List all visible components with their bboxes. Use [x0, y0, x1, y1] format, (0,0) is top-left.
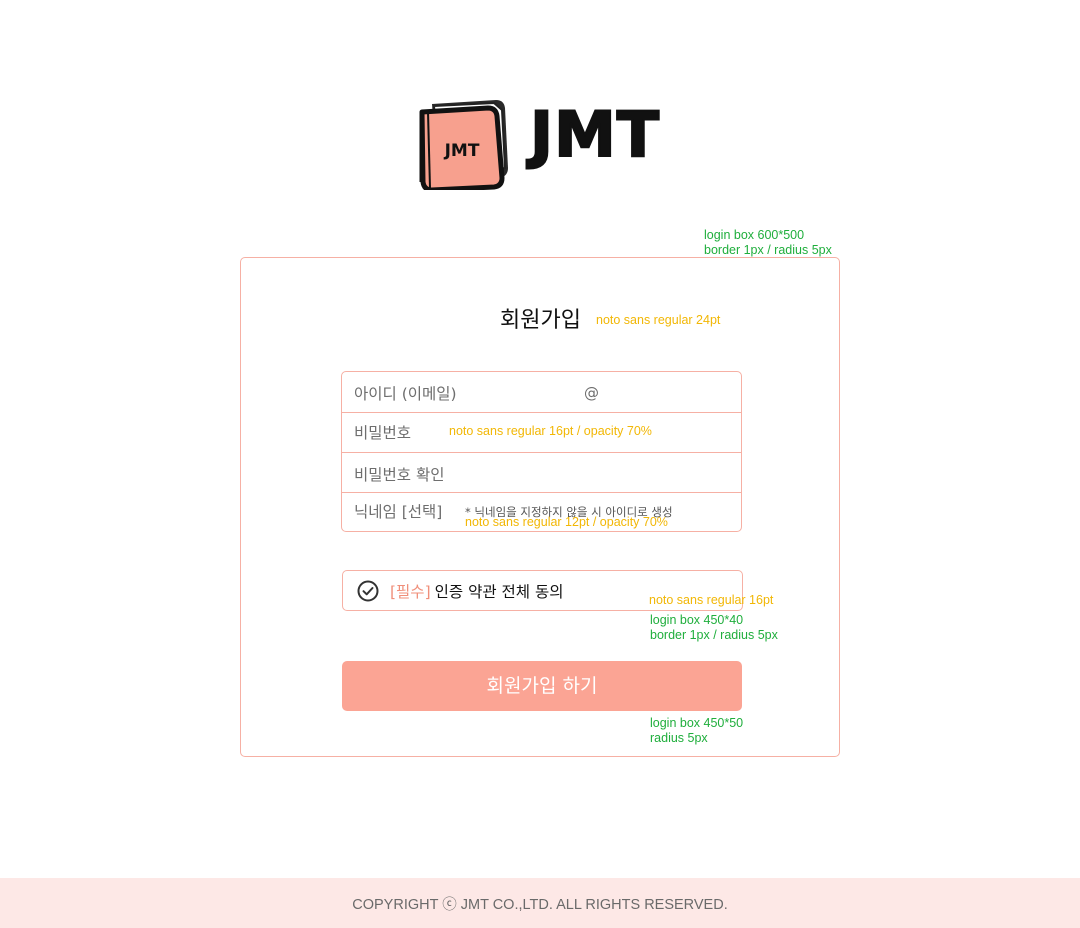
book-label: JMT [444, 141, 480, 161]
agree-label: [필수] 인증 약관 전체 동의 [390, 580, 564, 602]
page-title: 회원가입 [500, 308, 581, 333]
password-confirm-field[interactable]: 비밀번호 확인 [342, 453, 741, 493]
annotation-box-spec: login box 600*500 border 1px / radius 5p… [704, 228, 832, 258]
logo-text: JMT [529, 98, 661, 171]
footer-copyright: COPYRIGHT ⓒ JMT CO.,LTD. ALL RIGHTS RESE… [352, 897, 728, 913]
book-logo-icon: JMT [419, 100, 508, 190]
annotation-box-spec-line1: login box 600*500 [704, 228, 805, 242]
email-at-sign: @ [584, 384, 599, 402]
signup-fields: 아이디 (이메일) @ 비밀번호 비밀번호 확인 닉네임 [선택] * 닉네임을… [341, 371, 742, 532]
annotation-agree-box: login box 450*40 border 1px / radius 5px [650, 613, 778, 643]
annotation-agree-box-line2: border 1px / radius 5px [650, 628, 778, 642]
footer: COPYRIGHT ⓒ JMT CO.,LTD. ALL RIGHTS RESE… [0, 878, 1080, 928]
signup-page: JMT JMT login box 600*500 border 1px / r… [0, 0, 1080, 928]
annotation-box-spec-line2: border 1px / radius 5px [704, 243, 832, 257]
check-circle-icon[interactable] [356, 579, 380, 603]
email-field-label: 아이디 (이메일) [354, 385, 457, 403]
annotation-field-spec: noto sans regular 16pt / opacity 70% [449, 424, 652, 438]
annotation-title-spec: noto sans regular 24pt [596, 313, 721, 327]
agree-required-tag: [필수] [390, 583, 431, 601]
annotation-note-spec: noto sans regular 12pt / opacity 70% [465, 515, 668, 529]
annotation-agree-font: noto sans regular 16pt [649, 593, 774, 607]
annotation-agree-box-line1: login box 450*40 [650, 613, 744, 627]
annotation-button-line2: radius 5px [650, 731, 708, 745]
annotation-button-spec: login box 450*50 radius 5px [650, 716, 743, 746]
nickname-field-label: 닉네임 [선택] [354, 503, 443, 521]
password-confirm-field-label: 비밀번호 확인 [354, 466, 445, 484]
annotation-button-line1: login box 450*50 [650, 716, 744, 730]
logo[interactable]: JMT JMT [418, 98, 678, 190]
email-field[interactable]: 아이디 (이메일) @ [342, 372, 741, 413]
agree-main-label: 인증 약관 전체 동의 [434, 583, 564, 601]
signup-submit-button[interactable]: 회원가입 하기 [342, 661, 742, 711]
password-field-label: 비밀번호 [354, 424, 412, 442]
